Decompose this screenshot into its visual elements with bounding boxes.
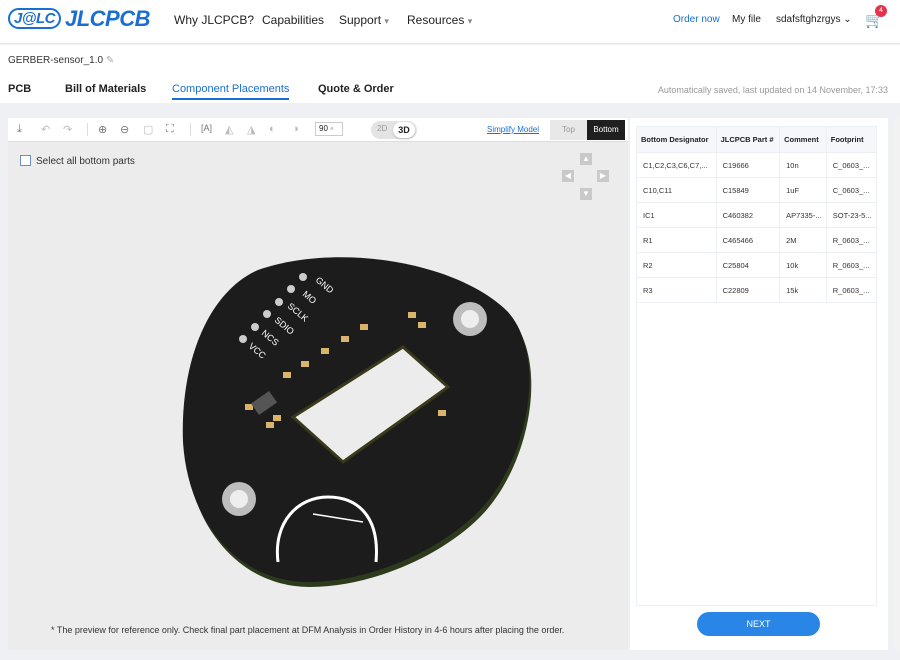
cell-designator: C1,C2,C3,C6,C7,... xyxy=(636,152,717,178)
project-title: GERBER-sensor_1.0 ✎ xyxy=(8,55,115,66)
text-label-icon[interactable]: [A] xyxy=(201,123,212,133)
cell-designator: R3 xyxy=(636,277,717,303)
zoom-area-icon[interactable]: ▢ xyxy=(143,123,153,136)
cell-part: C460382 xyxy=(715,202,781,228)
undo-icon[interactable]: ↶ xyxy=(41,123,50,136)
jlcpcb-logo[interactable]: J@LC JLCPCB xyxy=(8,6,150,32)
cell-footprint: R_0603_... xyxy=(825,277,878,303)
rotate-right-icon[interactable]: ◑ xyxy=(292,123,299,135)
cell-designator: C10,C11 xyxy=(636,177,717,203)
divider xyxy=(87,123,88,136)
table-header-row: Bottom Designator JLCPCB Part # Comment … xyxy=(636,126,878,153)
zoom-out-icon[interactable]: ⊖ xyxy=(120,123,129,136)
cell-comment: 10n xyxy=(779,152,827,178)
tab-pcb[interactable]: PCB xyxy=(8,83,31,95)
nav-resources[interactable]: Resources ▾ xyxy=(407,13,472,27)
caret-icon: ˄ xyxy=(330,127,334,133)
chevron-down-icon: ⌄ xyxy=(843,14,852,25)
table-row[interactable]: C1,C2,C3,C6,C7,... C19666 10n C_0603_... xyxy=(636,152,878,178)
chevron-down-icon: ▾ xyxy=(384,16,389,26)
top-header: J@LC JLCPCB Why JLCPCB? Capabilities Supp… xyxy=(0,0,900,44)
tab-quote-order[interactable]: Quote & Order xyxy=(318,83,394,95)
autosave-status: Automatically saved, last updated on 14 … xyxy=(657,85,888,95)
top-side-button[interactable]: Top xyxy=(550,120,587,140)
cell-part: C15849 xyxy=(715,177,781,203)
cell-part: C19666 xyxy=(715,152,781,178)
rotation-select[interactable]: 90 ˄ xyxy=(315,122,343,136)
order-now-link[interactable]: Order now xyxy=(673,14,720,25)
nav-why-jlcpcb[interactable]: Why JLCPCB? xyxy=(174,13,254,27)
cell-designator: R1 xyxy=(636,227,717,253)
nav-capabilities[interactable]: Capabilities xyxy=(262,13,324,27)
flip-vertical-icon[interactable]: ◮ xyxy=(247,123,255,136)
mode-2d-button[interactable]: 2D xyxy=(377,124,387,133)
cell-footprint: R_0603_... xyxy=(825,252,878,278)
cell-comment: 1uF xyxy=(779,177,827,203)
zoom-in-icon[interactable]: ⊕ xyxy=(98,123,107,136)
pcb-3d-render[interactable]: GND MO SCLK SDIO NCS VCC xyxy=(8,142,628,612)
user-menu[interactable]: sdafsftghzrgys ⌄ xyxy=(776,14,852,25)
col-footprint[interactable]: Footprint xyxy=(825,126,878,153)
table-row[interactable]: R1 C465466 2M R_0603_... xyxy=(636,227,878,253)
col-bottom-designator[interactable]: Bottom Designator xyxy=(636,126,717,153)
nav-support[interactable]: Support ▾ xyxy=(339,13,389,27)
col-part-number[interactable]: JLCPCB Part # xyxy=(715,126,781,153)
edit-icon[interactable]: ✎ xyxy=(106,55,114,66)
mounting-hole-inner xyxy=(461,310,479,328)
download-icon[interactable]: ⤓ xyxy=(17,123,22,136)
table-row[interactable]: R2 C25804 10k R_0603_... xyxy=(636,252,878,278)
pcb-viewer[interactable]: ⤓ ↶ ↷ ⊕ ⊖ ▢ ⛶ [A] ◭ ◮ ◐ ◑ 90 ˄ 2D 3D Sim… xyxy=(8,118,628,650)
flip-horizontal-icon[interactable]: ◭ xyxy=(225,123,233,136)
cell-part: C465466 xyxy=(715,227,781,253)
col-comment[interactable]: Comment xyxy=(779,126,827,153)
mode-3d-button[interactable]: 3D xyxy=(393,122,415,138)
tab-component-placements[interactable]: Component Placements xyxy=(172,83,290,100)
cell-comment: AP7335-... xyxy=(779,202,827,228)
cell-comment: 2M xyxy=(779,227,827,253)
rotate-left-icon[interactable]: ◐ xyxy=(269,123,276,135)
next-button[interactable]: NEXT xyxy=(697,612,820,636)
cart-count-badge: 4 xyxy=(875,5,887,17)
cell-designator: R2 xyxy=(636,252,717,278)
chevron-down-icon: ▾ xyxy=(467,16,473,26)
cell-footprint: R_0603_... xyxy=(825,227,878,253)
parts-panel: Bottom Designator JLCPCB Part # Comment … xyxy=(630,118,888,650)
table-row[interactable]: IC1 C460382 AP7335-... SOT-23-5... xyxy=(636,202,878,228)
dimension-toggle[interactable]: 2D 3D xyxy=(371,121,417,139)
divider xyxy=(190,123,191,136)
tab-bill-of-materials[interactable]: Bill of Materials xyxy=(65,83,146,95)
bottom-side-button[interactable]: Bottom xyxy=(587,120,625,140)
cell-footprint: SOT-23-5... xyxy=(825,202,878,228)
cell-comment: 15k xyxy=(779,277,827,303)
cell-footprint: C_0603_... xyxy=(825,152,878,178)
bottom-parts-table: Bottom Designator JLCPCB Part # Comment … xyxy=(636,126,878,303)
cell-comment: 10k xyxy=(779,252,827,278)
my-file-link[interactable]: My file xyxy=(732,14,761,25)
table-row[interactable]: C10,C11 C15849 1uF C_0603_... xyxy=(636,177,878,203)
mounting-hole-inner xyxy=(230,490,248,508)
preview-disclaimer: * The preview for reference only. Check … xyxy=(51,625,565,635)
page-scrollbar[interactable] xyxy=(894,118,900,650)
cell-part: C22809 xyxy=(715,277,781,303)
cell-footprint: C_0603_... xyxy=(825,177,878,203)
cell-part: C25804 xyxy=(715,252,781,278)
fit-view-icon[interactable]: ⛶ xyxy=(166,123,174,136)
viewer-toolbar: ⤓ ↶ ↷ ⊕ ⊖ ▢ ⛶ [A] ◭ ◮ ◐ ◑ 90 ˄ 2D 3D Sim… xyxy=(8,118,628,142)
cell-designator: IC1 xyxy=(636,202,717,228)
table-row[interactable]: R3 C22809 15k R_0603_... xyxy=(636,277,878,303)
redo-icon[interactable]: ↷ xyxy=(63,123,72,136)
simplify-model-link[interactable]: Simplify Model xyxy=(487,125,539,134)
